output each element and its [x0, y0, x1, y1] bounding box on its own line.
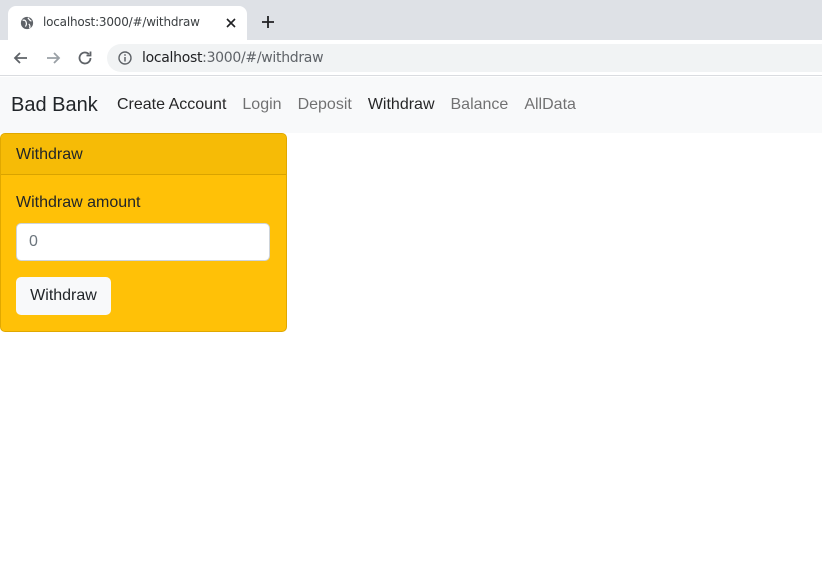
card-header: Withdraw [1, 134, 286, 175]
back-arrow-icon[interactable] [11, 48, 31, 68]
browser-toolbar: localhost:3000/#/withdraw [0, 40, 822, 76]
nav-link-create-account[interactable]: Create Account [117, 96, 226, 114]
browser-tab[interactable]: localhost:3000/#/withdraw [8, 6, 247, 40]
app-navbar: Bad Bank Create Account Login Deposit Wi… [0, 77, 822, 133]
reload-icon[interactable] [75, 48, 95, 68]
address-bar[interactable]: localhost:3000/#/withdraw [107, 44, 822, 72]
nav-links: Create Account Login Deposit Withdraw Ba… [117, 96, 592, 114]
nav-link-balance[interactable]: Balance [451, 96, 509, 114]
withdraw-amount-input[interactable] [16, 223, 270, 261]
tab-title: localhost:3000/#/withdraw [43, 15, 200, 29]
browser-tabstrip: localhost:3000/#/withdraw [0, 0, 822, 40]
nav-link-alldata[interactable]: AllData [524, 96, 576, 114]
withdraw-submit-button[interactable]: Withdraw [16, 277, 111, 315]
url-path: :3000/#/withdraw [202, 50, 324, 66]
info-icon[interactable] [118, 51, 132, 65]
forward-arrow-icon[interactable] [43, 48, 63, 68]
navbar-brand[interactable]: Bad Bank [11, 94, 98, 117]
plus-icon[interactable] [260, 14, 276, 30]
nav-link-login[interactable]: Login [242, 96, 281, 114]
nav-link-deposit[interactable]: Deposit [298, 96, 352, 114]
withdraw-card: Withdraw Withdraw amount Withdraw [0, 133, 287, 332]
withdraw-amount-label: Withdraw amount [16, 194, 141, 211]
url-text: localhost:3000/#/withdraw [142, 50, 324, 66]
close-icon[interactable] [224, 16, 238, 30]
nav-link-withdraw[interactable]: Withdraw [368, 96, 435, 114]
globe-icon [20, 16, 34, 30]
url-host: localhost [142, 50, 203, 66]
